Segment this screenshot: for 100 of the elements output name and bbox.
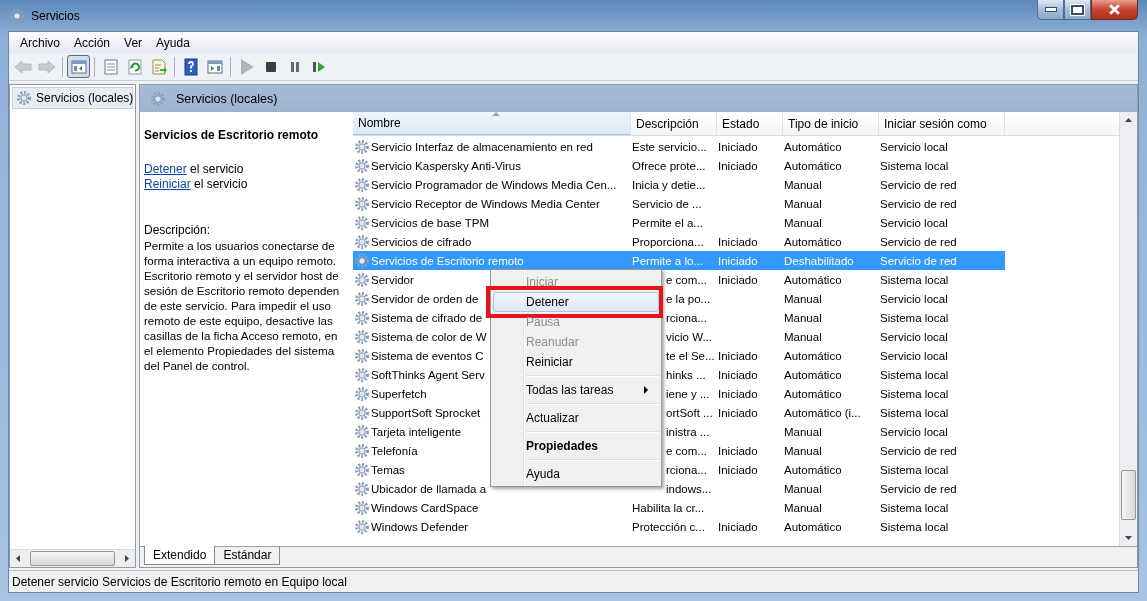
table-cell: Manual xyxy=(784,216,822,229)
table-cell: Iniciado xyxy=(718,273,758,286)
table-cell: Automático xyxy=(784,235,842,248)
table-cell: Manual xyxy=(784,178,822,191)
window-title: Servicios xyxy=(31,8,80,23)
table-cell[interactable]: Servicio Receptor de Windows Media Center xyxy=(371,197,600,210)
table-cell: Inicia y detie... xyxy=(632,178,706,191)
table-cell: Servicio local xyxy=(880,425,948,438)
vertical-scrollbar[interactable] xyxy=(1119,112,1137,546)
gear-icon xyxy=(354,518,370,535)
menu-item[interactable]: Archivo xyxy=(13,35,67,50)
table-cell: Este servicio... xyxy=(632,140,707,153)
table-cell[interactable]: Ubicador de llamada a xyxy=(371,482,487,495)
tree-toggle-button[interactable] xyxy=(67,55,90,78)
table-cell[interactable]: Servicios de cifrado xyxy=(371,235,472,248)
gear-icon xyxy=(354,252,370,269)
table-cell: Iniciado xyxy=(718,520,758,533)
column-header[interactable]: Descripción xyxy=(631,112,717,135)
column-header[interactable]: Estado xyxy=(717,112,783,135)
table-cell[interactable]: SoftThinks Agent Serv xyxy=(371,368,485,381)
table-cell: Manual xyxy=(784,330,822,343)
horizontal-scrollbar[interactable] xyxy=(10,549,135,567)
table-cell: Iniciado xyxy=(718,235,758,248)
menu-item[interactable]: Reiniciar xyxy=(493,352,659,372)
table-cell[interactable]: Windows CardSpace xyxy=(371,501,479,514)
scroll-down-icon[interactable] xyxy=(1125,536,1132,540)
gear-icon xyxy=(354,404,370,421)
tree-item[interactable]: Servicios (locales) xyxy=(12,87,133,109)
table-cell[interactable]: Windows Defender xyxy=(371,520,469,533)
table-cell[interactable]: Servicio Interfaz de almacenamiento en red xyxy=(371,140,593,153)
scroll-right-icon[interactable] xyxy=(125,555,129,562)
table-cell[interactable]: Telefonía xyxy=(371,444,418,457)
view-tab[interactable]: Extendido xyxy=(144,546,216,565)
table-cell: Servicio de red xyxy=(880,178,957,191)
table-cell: Servicio local xyxy=(880,349,948,362)
gear-icon xyxy=(354,385,370,402)
menu-item[interactable]: Ver xyxy=(117,35,150,50)
column-header[interactable]: Nombre xyxy=(353,112,631,135)
menu-item[interactable]: Ayuda xyxy=(493,464,659,484)
table-cell: Permite a lo... xyxy=(632,254,703,267)
scroll-up-icon[interactable] xyxy=(1125,118,1132,122)
table-cell: Automático xyxy=(784,140,842,153)
scroll-left-icon[interactable] xyxy=(16,555,20,562)
table-cell[interactable]: Sistema de cifrado de xyxy=(371,311,483,324)
menu-item[interactable]: Ayuda xyxy=(149,35,197,50)
description-label: Descripción: xyxy=(144,223,212,238)
gear-icon xyxy=(354,366,370,383)
table-cell[interactable]: Superfetch xyxy=(371,387,427,400)
table-cell[interactable]: Tarjeta inteligente xyxy=(371,425,462,438)
table-cell: Deshabilitado xyxy=(784,254,854,267)
gear-icon xyxy=(354,138,370,155)
minimize-button[interactable] xyxy=(1037,0,1064,20)
close-button[interactable] xyxy=(1091,0,1138,20)
pane-title: Servicios (locales) xyxy=(176,91,278,106)
menu-item[interactable]: Acción xyxy=(67,35,118,50)
table-cell: Iniciado xyxy=(718,387,758,400)
scroll-thumb[interactable] xyxy=(1121,470,1136,520)
gear-icon xyxy=(354,499,370,516)
table-cell: Servicio local xyxy=(880,292,948,305)
table-cell: Automático xyxy=(784,520,842,533)
table-cell: ortSoft ... xyxy=(666,406,713,419)
column-header[interactable]: Tipo de inicio xyxy=(783,112,879,135)
table-cell: Servicio local xyxy=(880,330,948,343)
gear-icon xyxy=(9,7,25,24)
table-cell: rciona... xyxy=(666,311,707,324)
table-cell: Automático xyxy=(784,368,842,381)
maximize-button[interactable] xyxy=(1064,0,1091,20)
menu-item[interactable]: Propiedades xyxy=(493,436,659,456)
table-cell[interactable]: Servidor de orden de xyxy=(371,292,479,305)
gear-icon xyxy=(354,461,370,478)
toolbar-icon xyxy=(125,57,144,76)
table-cell[interactable]: Sistema de eventos C xyxy=(371,349,484,362)
table-cell: Automático xyxy=(784,463,842,476)
action-link[interactable]: Detener xyxy=(144,162,187,176)
table-cell[interactable]: Servicio Programador de Windows Media Cen... xyxy=(371,178,617,191)
table-cell: vicio W... xyxy=(666,330,712,343)
menu-item[interactable]: Detener xyxy=(493,292,659,312)
column-header[interactable]: Iniciar sesión como xyxy=(879,112,1005,135)
table-cell[interactable]: Servidor xyxy=(371,273,414,286)
table-cell[interactable]: Servicios de base TPM xyxy=(371,216,490,229)
view-tab[interactable]: Estándar xyxy=(214,547,281,565)
table-cell: Iniciado xyxy=(718,159,758,172)
table-cell: Manual xyxy=(784,482,822,495)
gear-icon xyxy=(354,176,370,193)
table-cell: Iniciado xyxy=(718,368,758,381)
table-cell: Automático xyxy=(784,159,842,172)
menu-item[interactable]: Todas las tareas xyxy=(493,380,659,400)
table-cell[interactable]: SupportSoft Sprocket xyxy=(371,406,481,419)
table-cell[interactable]: Sistema de color de W xyxy=(371,330,487,343)
table-cell[interactable]: Temas xyxy=(371,463,405,476)
action-link[interactable]: Reiniciar xyxy=(144,177,191,191)
table-cell: Sistema local xyxy=(880,501,949,514)
menu-item[interactable]: Actualizar xyxy=(493,408,659,428)
table-cell: Servicio de red xyxy=(880,444,957,457)
table-cell: Sistema local xyxy=(880,273,949,286)
table-cell: te el Se... xyxy=(666,349,715,362)
service-title: Servicios de Escritorio remoto xyxy=(144,128,320,142)
table-cell[interactable]: Servicio Kaspersky Anti-Virus xyxy=(371,159,521,172)
gear-icon xyxy=(354,328,370,345)
status-bar: Detener servicio Servicios de Escritorio remoto en Equipo local xyxy=(9,570,1138,592)
